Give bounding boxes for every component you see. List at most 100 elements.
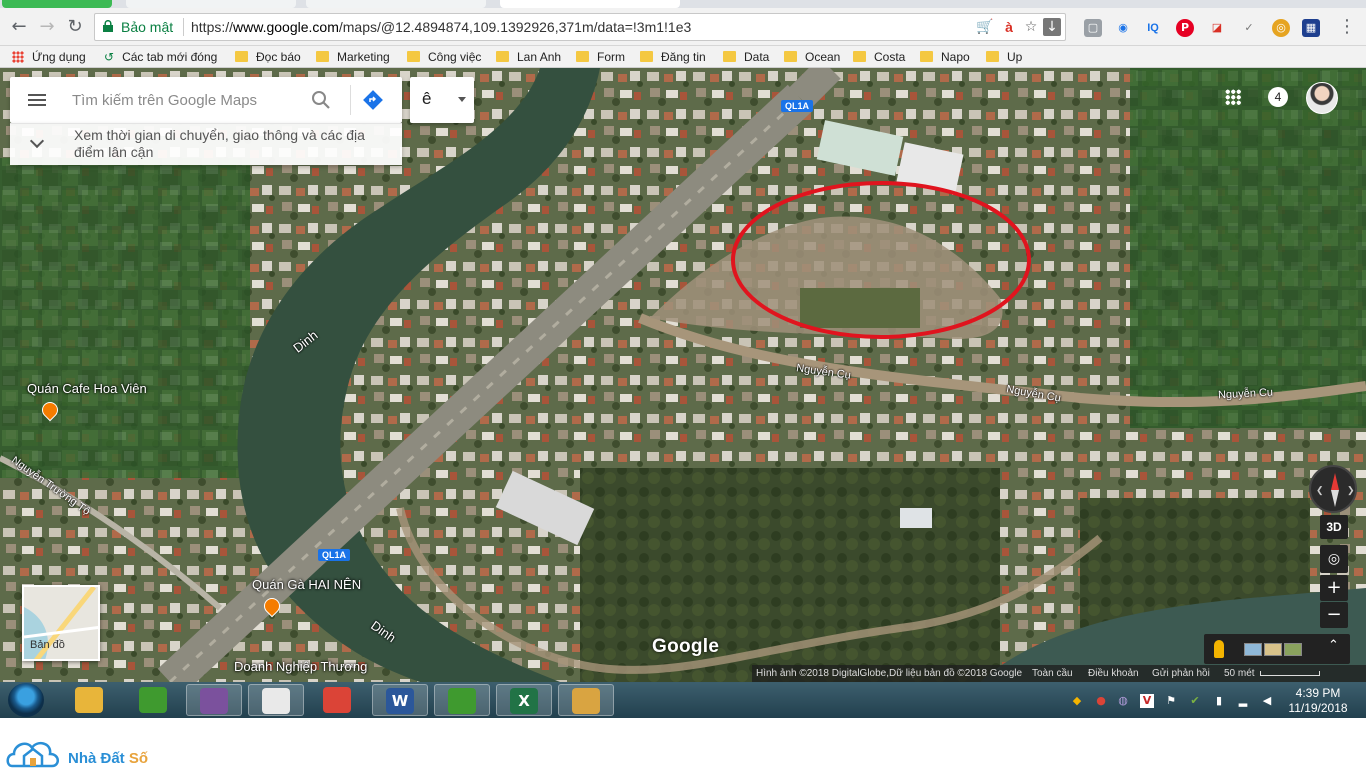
back-button[interactable]: ← [8,16,30,38]
bookmark-folder[interactable]: Đăng tin [640,49,706,65]
my-location-icon[interactable]: ◎ [1320,545,1348,573]
coccoc-icon [139,687,167,713]
bookmark-folder[interactable]: Napo [920,49,970,65]
pinterest-icon[interactable]: P [1176,19,1194,37]
rotate-right-icon[interactable]: ❯ [1347,485,1355,496]
network-icon[interactable]: ▂ [1236,694,1250,708]
address-bar[interactable]: Bảo mật https://www.google.com/maps/@12.… [94,13,1066,41]
bookmark-folder[interactable]: Đọc báo [235,49,301,65]
bookmark-label: Lan Anh [517,50,562,64]
tray-icon[interactable]: ◆ [1070,694,1084,708]
bookmark-label: Ứng dụng [32,50,86,64]
clock[interactable]: 4:39 PM 11/19/2018 [1282,686,1354,716]
chevron-up-icon[interactable]: ⌃ [1328,638,1339,653]
check-icon[interactable]: ✓ [1240,19,1258,37]
tab-1[interactable] [2,0,112,8]
bookmark-label: Up [1007,50,1023,64]
bookmarks-bar: Ứng dụng ↺ Các tab mới đóng Đọc báo Marke… [0,46,1366,68]
folder-icon [576,51,589,62]
extension-2-icon[interactable]: ◉ [1114,19,1132,37]
zoom-in-button[interactable]: + [1320,575,1348,601]
chrome-extension-icon[interactable]: ◎ [1272,19,1290,37]
map-view-toggle[interactable]: Bản đồ [22,585,100,661]
notifications-badge[interactable]: 4 [1268,87,1288,107]
poi-label[interactable]: Quán Gà HAI NÊN [252,577,361,592]
bookmark-recent-tabs[interactable]: ↺ Các tab mới đóng [104,49,217,65]
layer-thumb-icon[interactable] [1264,643,1282,656]
bookmark-apps[interactable]: Ứng dụng [12,49,86,65]
pegman-icon[interactable] [1214,640,1224,658]
taskbar-app[interactable] [186,684,242,716]
clock-time: 4:39 PM [1295,686,1341,700]
scale-label[interactable]: 50 mét [1224,665,1255,682]
taskbar-app[interactable] [126,684,182,716]
bookmark-folder[interactable]: Marketing [316,49,390,65]
brand-text: Nhà Đất Số [68,750,148,767]
tray-icon[interactable]: ● [1094,694,1108,708]
bookmark-label: Công việc [428,50,482,64]
tray-icon[interactable]: ✔ [1188,694,1202,708]
bookmark-folder[interactable]: Data [723,49,769,65]
tab-active-maps[interactable] [500,0,680,8]
bookmark-folder[interactable]: Costa [853,49,905,65]
zoom-out-button[interactable]: − [1320,602,1348,628]
bookmark-folder[interactable]: Ocean [784,49,840,65]
compass-south-needle [1331,490,1339,507]
terms-link[interactable]: Điều khoản [1088,665,1139,682]
extension-5-icon[interactable]: ◪ [1208,19,1226,37]
taskbar-app[interactable] [558,684,614,716]
taskbar-app[interactable]: W [372,684,428,716]
layer-thumb-icon[interactable] [1244,643,1262,656]
download-icon[interactable]: ↓ [1043,18,1061,36]
explore-nearby-panel[interactable]: Xem thời gian di chuyển, giao thông và c… [10,123,402,165]
tray-icon[interactable]: ▮ [1212,694,1226,708]
taskbar-app[interactable] [434,684,490,716]
google-apps-icon[interactable] [1225,89,1241,105]
satellite-map[interactable]: Dinh Dinh Nguyễn Cụ Nguyễn Cụ Nguyễn Cụ … [0,68,1366,682]
tray-icon[interactable]: V [1140,694,1154,708]
feedback-link[interactable]: Gửi phản hồi [1152,665,1210,682]
search-icon[interactable] [310,89,332,111]
poi-label[interactable]: Doanh Nghiệp Thương [234,659,367,674]
bookmark-folder[interactable]: Form [576,49,625,65]
tab-3[interactable] [306,0,486,8]
taskbar-app[interactable] [248,684,304,716]
iq-extension-icon[interactable]: IQ [1144,19,1162,37]
house-logo-icon [6,741,59,768]
search-input[interactable] [72,90,302,110]
forward-button[interactable]: → [36,16,58,38]
avatar[interactable] [1306,82,1338,114]
menu-icon[interactable]: ⋮ [1336,16,1358,38]
menu-icon[interactable] [28,94,46,106]
language-switcher[interactable]: ê [410,77,474,123]
bookmark-folder[interactable]: Lan Anh [496,49,561,65]
translate-icon[interactable]: à [999,18,1019,36]
star-icon[interactable]: ☆ [1021,18,1041,36]
layer-thumb-icon[interactable] [1284,643,1302,656]
bookmark-label: Ocean [805,50,841,64]
start-button[interactable] [8,683,44,717]
taskbar-app[interactable] [310,684,366,716]
volume-icon[interactable]: ◀ [1260,694,1274,708]
tray-viber-icon[interactable]: ◍ [1116,694,1130,708]
rotate-left-icon[interactable]: ❮ [1316,485,1324,496]
bookmark-folder[interactable]: Up [986,49,1022,65]
bookmark-label: Đăng tin [661,50,706,64]
directions-icon[interactable] [362,89,384,111]
extension-8-icon[interactable]: ▦ [1302,19,1320,37]
history-icon: ↺ [104,50,115,64]
reload-button[interactable]: ↻ [64,16,86,38]
cart-icon[interactable]: 🛒 [975,18,995,36]
extension-1-icon[interactable]: ▢ [1084,19,1102,37]
tilt-3d-button[interactable]: 3D [1320,515,1348,539]
compass-icon[interactable]: ❮ ❯ [1309,465,1357,513]
taskbar-app[interactable] [62,684,118,716]
minimap-label: Bản đồ [30,639,65,651]
bookmark-folder[interactable]: Công việc [407,49,481,65]
global-link[interactable]: Toàn cầu [1032,665,1073,682]
poi-label[interactable]: Quán Cafe Hoa Viên [27,381,147,396]
action-center-icon[interactable]: ⚑ [1164,694,1178,708]
tab-2[interactable] [126,0,296,8]
coccoc-2-icon [448,688,476,714]
taskbar-app[interactable]: X [496,684,552,716]
